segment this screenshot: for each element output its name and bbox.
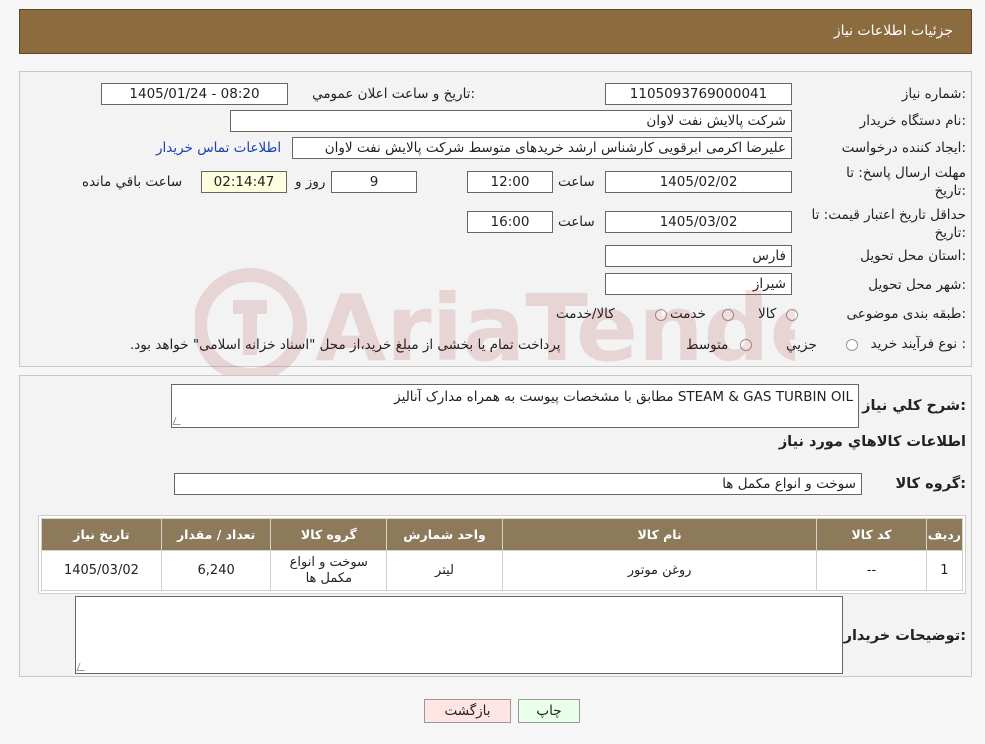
process-label: نوع فرآيند خريد :	[870, 336, 966, 352]
description-label: شرح کلي نياز:	[862, 398, 966, 414]
description-field[interactable]: STEAM & GAS TURBIN OIL مطابق با مشخصات پ…	[171, 384, 859, 428]
remaining-time-field: 02:14:47	[201, 171, 287, 193]
buyer-notes-text	[76, 597, 842, 605]
days-label: روز و	[295, 174, 326, 190]
remaining-label: ساعت باقي مانده	[82, 174, 183, 190]
need-number-label: شماره نیاز:	[901, 86, 966, 102]
category-label: طبقه بندی موضوعی:	[846, 306, 966, 322]
back-button[interactable]: بازگشت	[424, 699, 511, 723]
deadline-time-field[interactable]: 12:00	[467, 171, 553, 193]
process-minor-radio[interactable]	[846, 339, 858, 351]
goods-group-label: گروه کالا:	[895, 476, 966, 492]
page-header: جزئیات اطلاعات نیاز	[19, 9, 972, 54]
col-header-group: گروه کالا	[270, 518, 388, 551]
announce-label: تاریخ و ساعت اعلان عمومي:	[312, 86, 475, 102]
category-goods-radio[interactable]	[786, 309, 798, 321]
col-header-unit: واحد شمارش	[386, 518, 503, 551]
validity-label: حداقل تاريخ اعتبار قيمت: تا	[811, 207, 966, 223]
table-row[interactable]: 1 -- روغن موتور ليتر سوخت و انواع مکمل ه…	[41, 550, 964, 591]
resize-grip-icon[interactable]	[172, 417, 184, 425]
cell-name: روغن موتور	[501, 550, 818, 591]
buyer-org-field[interactable]: شرکت پالايش نفت لاوان	[230, 110, 792, 132]
col-header-row-number: رديف	[925, 518, 964, 551]
cell-quantity: 6,240	[160, 550, 272, 591]
category-service-radio[interactable]	[722, 309, 734, 321]
city-field[interactable]: شيراز	[605, 273, 792, 295]
goods-group-field[interactable]: سوخت و انواع مکمل ها	[174, 473, 862, 495]
col-header-date: تاريخ نياز	[41, 518, 162, 551]
category-goods-label: کالا	[758, 306, 777, 322]
days-field[interactable]: 9	[331, 171, 417, 193]
page-title: جزئیات اطلاعات نیاز	[833, 23, 953, 39]
goods-info-title: اطلاعات کالاهاي مورد نياز	[778, 434, 966, 450]
announce-field[interactable]: 1405/01/24 - 08:20	[101, 83, 288, 105]
cell-row-number: 1	[925, 550, 964, 591]
buyer-org-label: نام دستگاه خريدار:	[859, 113, 966, 129]
process-medium-radio[interactable]	[740, 339, 752, 351]
validity-time-field[interactable]: 16:00	[467, 211, 553, 233]
deadline-time-label: ساعت	[558, 174, 595, 190]
deadline-date-field[interactable]: 1405/02/02	[605, 171, 792, 193]
description-text: STEAM & GAS TURBIN OIL مطابق با مشخصات پ…	[394, 389, 853, 405]
cell-group: سوخت و انواع مکمل ها	[270, 550, 388, 591]
need-number-field[interactable]: 1105093769000041	[605, 83, 792, 105]
city-label: شهر محل تحويل:	[868, 277, 966, 293]
province-field[interactable]: فارس	[605, 245, 792, 267]
buyer-notes-label: توضيحات خريدار:	[843, 628, 966, 644]
process-minor-label: جزيي	[786, 337, 817, 353]
validity-date-field[interactable]: 1405/03/02	[605, 211, 792, 233]
col-header-code: کد کالا	[816, 518, 927, 551]
category-both-label: کالا/خدمت	[556, 306, 615, 322]
table-header-row: رديف کد کالا نام کالا واحد شمارش گروه کا…	[41, 518, 964, 551]
process-medium-label: متوسط	[686, 337, 729, 353]
validity-label-date: تاريخ:	[934, 225, 966, 241]
category-both-radio[interactable]	[655, 309, 667, 321]
buyer-notes-field[interactable]	[75, 596, 843, 674]
items-table-wrapper: رديف کد کالا نام کالا واحد شمارش گروه کا…	[38, 515, 966, 594]
validity-time-label: ساعت	[558, 214, 595, 230]
deadline-label: مهلت ارسال پاسخ: تا	[846, 165, 966, 181]
cell-date: 1405/03/02	[41, 550, 162, 591]
cell-unit: ليتر	[386, 550, 503, 591]
creator-label: ايجاد کننده درخواست:	[841, 140, 966, 156]
creator-field[interactable]: عليرضا اکرمی ابرقويی کارشناس ارشد خريدها…	[292, 137, 792, 159]
deadline-label-date: تاريخ:	[934, 183, 966, 199]
process-note: پرداخت تمام يا بخشی از مبلغ خريد،از محل …	[130, 337, 561, 353]
col-header-name: نام کالا	[501, 518, 818, 551]
items-table: رديف کد کالا نام کالا واحد شمارش گروه کا…	[41, 518, 964, 591]
province-label: استان محل تحويل:	[860, 248, 966, 264]
col-header-quantity: تعداد / مقدار	[160, 518, 272, 551]
print-button[interactable]: چاپ	[518, 699, 580, 723]
buyer-contact-link[interactable]: اطلاعات تماس خريدار	[156, 140, 281, 156]
category-service-label: خدمت	[670, 306, 706, 322]
cell-code: --	[816, 550, 927, 591]
resize-grip-icon[interactable]	[76, 663, 88, 671]
